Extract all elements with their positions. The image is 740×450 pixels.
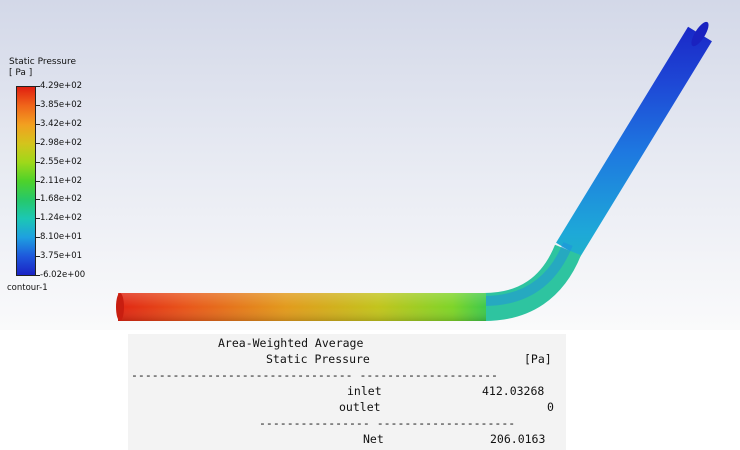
report-row-value: 0	[547, 400, 554, 414]
report-net-label: Net	[363, 432, 384, 446]
legend-tick-label: -6.02e+00	[40, 270, 86, 280]
report-header-line2: Static Pressure	[266, 352, 370, 366]
legend-tick-label: 3.85e+02	[40, 100, 83, 110]
legend-title-unit: [ Pa ]	[9, 68, 33, 78]
legend-tick-label: 2.98e+02	[40, 138, 83, 148]
legend-tick-label: 2.55e+02	[40, 157, 83, 167]
legend-tick-label: 8.10e+01	[40, 232, 83, 242]
legend-tick-label: 3.42e+02	[40, 119, 83, 129]
report-unit: [Pa]	[524, 352, 552, 366]
legend-contour-name: contour-1	[7, 283, 48, 293]
legend-tick-label: 3.75e+01	[40, 251, 83, 261]
pipe-contour-plot	[116, 21, 712, 321]
pipe-upper-segment	[556, 26, 712, 258]
report-separator-2: ---------------- --------------------	[259, 416, 516, 430]
legend-tick-label: 4.29e+02	[40, 81, 83, 91]
report-row-label: outlet	[339, 400, 381, 414]
report-net-value: 206.0163	[490, 432, 546, 446]
report-row-label: inlet	[347, 384, 382, 398]
legend-title-variable: Static Pressure	[9, 57, 77, 67]
report-table[interactable]: Area-Weighted Average Static Pressure [P…	[128, 334, 566, 450]
report-row-value: 412.03268	[482, 384, 545, 398]
report-separator-1: -------------------------------- -------…	[131, 368, 498, 382]
legend-tick-label: 1.24e+02	[40, 213, 83, 223]
graphics-viewport[interactable]: Static Pressure [ Pa ] 4.29e+02 3.85e+02 3…	[0, 0, 740, 330]
legend-title: Static Pressure [ Pa ]	[9, 57, 76, 79]
legend-tick-label: 1.68e+02	[40, 194, 83, 204]
report-header-line1: Area-Weighted Average	[218, 336, 364, 350]
legend-tick-label: 2.11e+02	[40, 176, 83, 186]
legend-colorbar	[16, 86, 36, 276]
